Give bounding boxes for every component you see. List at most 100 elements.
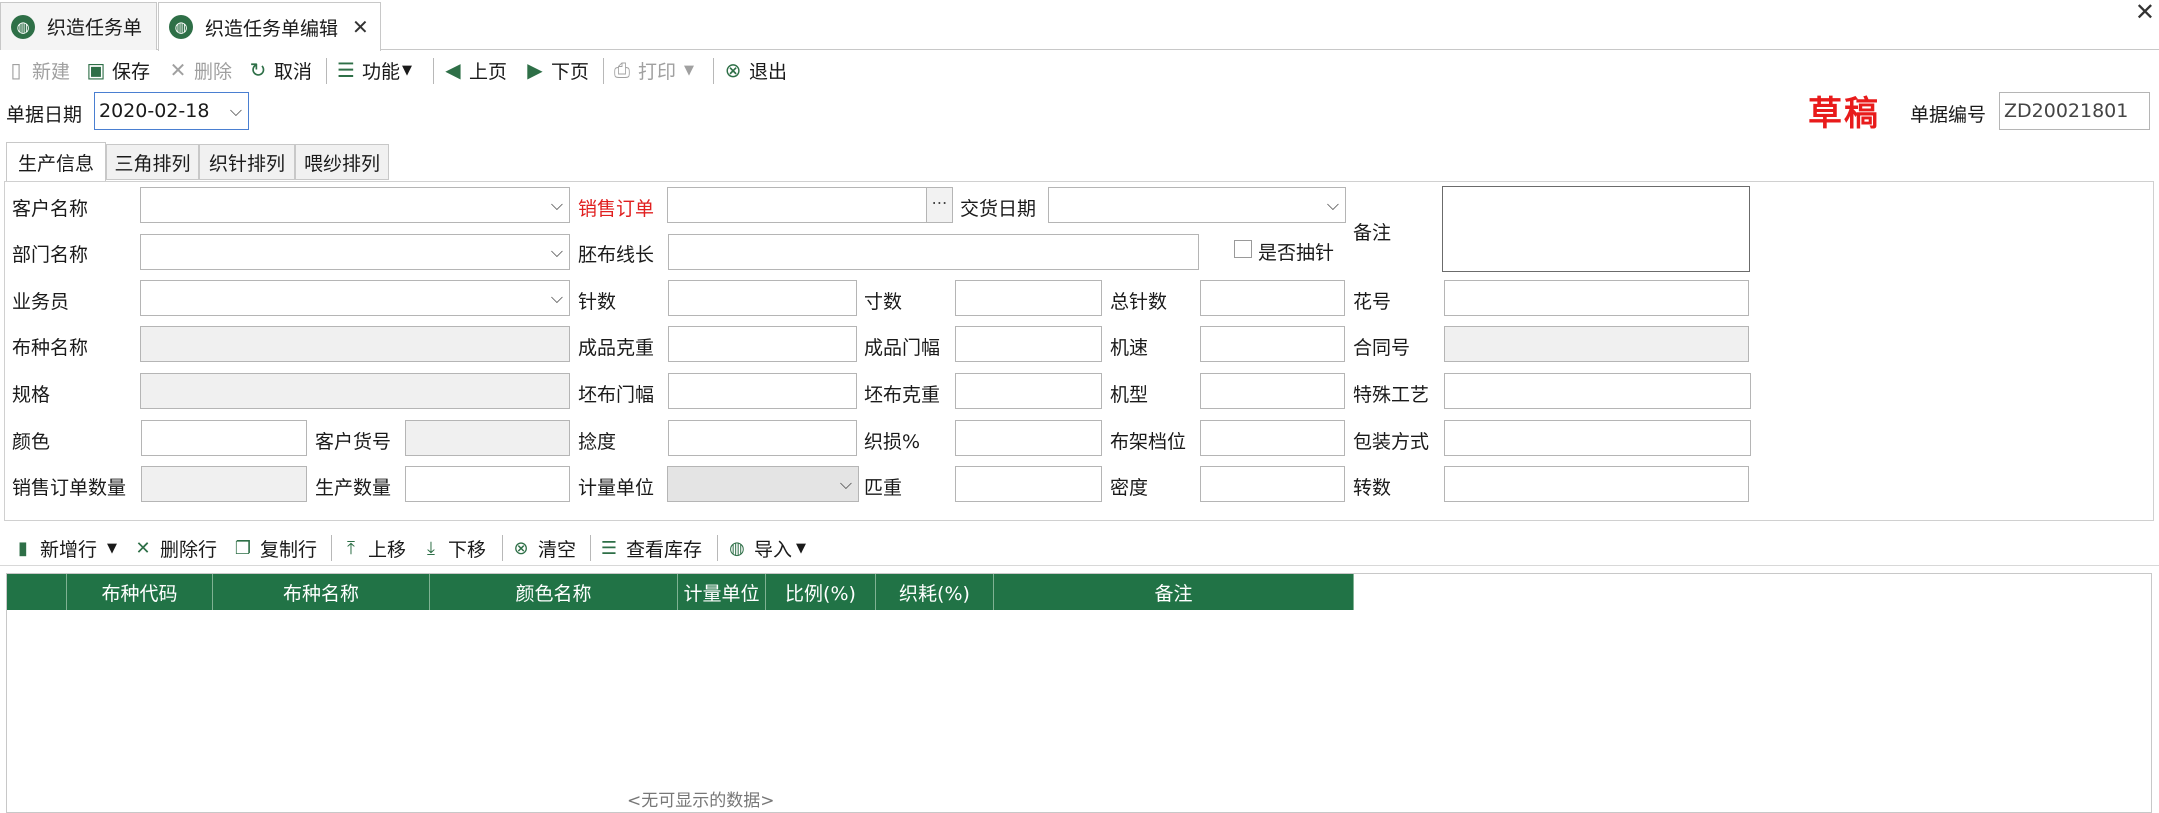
add-row-icon: ▮: [18, 537, 28, 559]
chevron-down-icon: ⌵: [550, 288, 563, 307]
rack-gear-input[interactable]: [1200, 420, 1345, 456]
grey-length-label: 胚布线长: [578, 244, 655, 266]
packing-label: 包装方式: [1353, 431, 1430, 453]
customer-item-no-label: 客户货号: [315, 431, 392, 453]
unit-label: 计量单位: [578, 477, 655, 499]
grid-header-fabric-code[interactable]: 布种代码: [67, 574, 213, 610]
salesman-label: 业务员: [12, 291, 70, 313]
clear-button[interactable]: ⊗ 清空: [510, 530, 576, 566]
prev-label: 上页: [469, 60, 508, 83]
dropdown-arrow-icon: ▼: [796, 540, 807, 556]
grid-header-remark[interactable]: 备注: [994, 574, 1354, 610]
delete-button[interactable]: ✕ 删除: [166, 52, 232, 88]
print-label: 打印: [638, 60, 677, 83]
toolbar-separator: [717, 535, 718, 561]
grey-weight-input[interactable]: [955, 373, 1102, 409]
unit-combo[interactable]: ⌵: [667, 466, 859, 502]
copy-row-button[interactable]: ❐ 复制行: [232, 530, 317, 566]
move-up-button[interactable]: ⤒ 上移: [340, 530, 406, 566]
ellipsis-icon[interactable]: ⋯: [926, 188, 952, 222]
grid-header-fabric-name[interactable]: 布种名称: [213, 574, 430, 610]
save-label: 保存: [112, 60, 151, 83]
piece-weight-input[interactable]: [955, 466, 1102, 502]
status-stamp: 草稿: [1808, 94, 1880, 134]
function-menu-button[interactable]: ☰ 功能 ▼: [334, 52, 412, 88]
tab-cam-arrangement[interactable]: 三角排列: [106, 144, 199, 180]
production-qty-input[interactable]: [405, 466, 570, 502]
cancel-button[interactable]: ↻ 取消: [246, 52, 312, 88]
next-page-button[interactable]: ▶ 下页: [523, 52, 589, 88]
packing-input[interactable]: [1444, 420, 1751, 456]
exit-button[interactable]: ⊗ 退出: [721, 52, 787, 88]
add-row-button[interactable]: ▮ 新增行 ▼: [12, 530, 117, 566]
needle-count-input[interactable]: [668, 280, 857, 316]
sales-order-lookup[interactable]: ⋯: [667, 187, 953, 223]
density-input[interactable]: [1200, 466, 1345, 502]
contract-no-field: [1444, 326, 1749, 362]
fabric-name-label: 布种名称: [12, 337, 89, 359]
chevron-down-icon[interactable]: ⌵: [230, 101, 242, 121]
inch-count-input[interactable]: [955, 280, 1102, 316]
machine-type-label: 机型: [1110, 384, 1149, 406]
tab-production-info[interactable]: 生产信息: [6, 142, 106, 182]
import-button[interactable]: ◍ 导入 ▼: [726, 530, 806, 566]
customer-name-combo[interactable]: ⌵: [140, 187, 570, 223]
tab-yarn-feed-arrangement[interactable]: 喂纱排列: [295, 144, 389, 180]
special-process-input[interactable]: [1444, 373, 1751, 409]
delete-row-button[interactable]: ✕ 删除行: [132, 530, 217, 566]
tab-weaving-task-edit[interactable]: ◍ 织造任务单编辑 ✕: [158, 2, 381, 51]
clear-label: 清空: [538, 538, 577, 561]
tab-needle-arrangement[interactable]: 织针排列: [199, 144, 295, 180]
tab-weaving-task-list[interactable]: ◍ 织造任务单: [0, 2, 157, 50]
pattern-no-input[interactable]: [1444, 280, 1749, 316]
print-button[interactable]: ⎙ 打印 ▼: [610, 52, 694, 88]
salesman-combo[interactable]: ⌵: [140, 280, 570, 316]
save-button[interactable]: ▣ 保存: [84, 52, 150, 88]
dept-name-label: 部门名称: [12, 244, 89, 266]
revolutions-input[interactable]: [1444, 466, 1749, 502]
grey-width-label: 坯布门幅: [578, 384, 655, 406]
view-stock-label: 查看库存: [626, 538, 703, 561]
new-button[interactable]: ▯ 新建: [4, 52, 70, 88]
doc-date-picker[interactable]: 2020-02-18 ⌵: [94, 92, 249, 130]
tab-label: 织造任务单: [47, 17, 143, 39]
window-close-icon[interactable]: ✕: [2135, 0, 2155, 26]
move-down-button[interactable]: ⤓ 下移: [420, 530, 486, 566]
needle-draw-checkbox[interactable]: [1234, 240, 1252, 258]
delete-icon: ✕: [169, 58, 187, 82]
weaving-loss-input[interactable]: [955, 420, 1102, 456]
grid-header-unit[interactable]: 计量单位: [678, 574, 766, 610]
twist-input[interactable]: [668, 420, 857, 456]
dept-name-combo[interactable]: ⌵: [140, 234, 570, 270]
document-tab-bar: ◍ 织造任务单 ◍ 织造任务单编辑 ✕ ✕: [0, 0, 2159, 51]
remark-textarea[interactable]: [1442, 186, 1750, 272]
fabric-detail-grid[interactable]: 布种代码 布种名称 颜色名称 计量单位 比例(%) 织耗(%) 备注 <无可显示…: [6, 573, 2152, 813]
view-stock-button[interactable]: ☰ 查看库存: [598, 530, 702, 566]
color-input[interactable]: [141, 420, 307, 456]
close-icon[interactable]: ✕: [352, 15, 369, 39]
total-needles-input[interactable]: [1200, 280, 1345, 316]
grid-header-loss[interactable]: 织耗(%): [876, 574, 994, 610]
twist-label: 捻度: [578, 431, 617, 453]
grey-length-input[interactable]: [668, 234, 1199, 270]
grid-header-selector[interactable]: [7, 574, 67, 610]
finished-width-input[interactable]: [955, 326, 1102, 362]
delivery-date-combo[interactable]: ⌵: [1048, 187, 1346, 223]
next-label: 下页: [551, 60, 590, 83]
grey-width-input[interactable]: [668, 373, 857, 409]
doc-no-field[interactable]: ZD20021801: [1999, 92, 2150, 130]
function-label: 功能: [362, 60, 401, 83]
machine-speed-label: 机速: [1110, 337, 1149, 359]
prev-page-button[interactable]: ◀ 上页: [441, 52, 507, 88]
toolbar-separator: [502, 535, 503, 561]
grid-header-color-name[interactable]: 颜色名称: [430, 574, 678, 610]
grid-header-ratio[interactable]: 比例(%): [766, 574, 876, 610]
new-label: 新建: [32, 60, 71, 83]
finished-weight-input[interactable]: [668, 326, 857, 362]
toolbar-separator: [590, 535, 591, 561]
machine-speed-input[interactable]: [1200, 326, 1345, 362]
dropdown-arrow-icon: ▼: [107, 540, 118, 556]
copy-icon: ❐: [234, 537, 252, 559]
pattern-no-label: 花号: [1353, 291, 1392, 313]
machine-type-input[interactable]: [1200, 373, 1345, 409]
